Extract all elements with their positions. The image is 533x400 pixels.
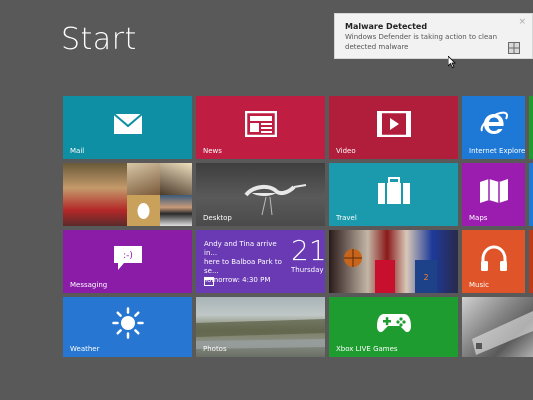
- calendar-date-number: 21: [291, 234, 325, 267]
- tile-news[interactable]: News: [196, 96, 325, 159]
- tile-offscreen-green[interactable]: [529, 96, 533, 159]
- tile-people[interactable]: [63, 163, 192, 226]
- tile-internet-explorer[interactable]: Internet Explorer: [462, 96, 525, 159]
- tile-news-label: News: [203, 147, 222, 155]
- tile-video-label: Video: [336, 147, 356, 155]
- windows-defender-icon: [508, 42, 520, 54]
- calendar-event-line-1: Andy and Tina arrive in...: [204, 240, 277, 257]
- tile-sports[interactable]: 2: [329, 230, 458, 293]
- svg-text:2: 2: [423, 273, 428, 282]
- person-photo-1: [63, 163, 127, 226]
- tile-music-label: Music: [469, 281, 489, 289]
- calendar-day-name: Thursday: [291, 266, 324, 274]
- toast-message: Windows Defender is taking action to cle…: [345, 33, 498, 51]
- tile-maps-label: Maps: [469, 214, 488, 222]
- egg-avatar-icon: [137, 203, 150, 219]
- close-icon[interactable]: ×: [518, 17, 526, 27]
- mouse-cursor-icon: [448, 56, 456, 68]
- game-controller-icon: [376, 314, 411, 333]
- tile-weather-label: Weather: [70, 345, 100, 353]
- person-photo-4: [127, 195, 160, 226]
- tile-travel[interactable]: Travel: [329, 163, 458, 226]
- internet-explorer-icon: [480, 111, 508, 134]
- people-photo-grid: [63, 163, 192, 226]
- building-sign-image: [472, 311, 533, 355]
- svg-text::-): :-): [123, 251, 133, 261]
- mail-icon: [112, 112, 143, 134]
- tile-xbox-live-games[interactable]: Xbox LIVE Games: [329, 297, 458, 357]
- news-icon: [244, 110, 277, 137]
- tile-desktop-label: Desktop: [203, 214, 232, 222]
- headphones-icon: [480, 245, 507, 271]
- tile-desktop[interactable]: Desktop: [196, 163, 325, 226]
- malware-notification-toast[interactable]: × Malware Detected Windows Defender is t…: [334, 13, 533, 59]
- tile-music[interactable]: Music: [462, 230, 525, 293]
- tile-weather[interactable]: Weather: [63, 297, 192, 357]
- calendar-event-line-2: here to Balboa Park to se...: [204, 258, 282, 275]
- person-photo-2: [127, 163, 160, 195]
- tile-video[interactable]: Video: [329, 96, 458, 159]
- tile-travel-label: Travel: [336, 214, 357, 222]
- tile-photos[interactable]: Photos: [196, 297, 325, 357]
- suitcase-icon: [377, 176, 410, 204]
- message-icon: :-): [113, 245, 142, 270]
- person-photo-5: [160, 195, 192, 226]
- tile-offscreen-blue[interactable]: [529, 163, 533, 226]
- tile-xbox-live-games-label: Xbox LIVE Games: [336, 345, 398, 353]
- basketball-players-image: 2: [344, 249, 437, 293]
- calendar-event-line-3: Tomorrow: 4:30 PM: [204, 276, 271, 284]
- tile-messaging[interactable]: :-) Messaging: [63, 230, 192, 293]
- tile-calendar[interactable]: Andy and Tina arrive in... here to Balbo…: [196, 230, 325, 293]
- calendar-event-text: Andy and Tina arrive in... here to Balbo…: [204, 240, 288, 285]
- start-title: Start: [61, 22, 137, 57]
- video-icon: [376, 110, 411, 137]
- tile-internet-explorer-label: Internet Explorer: [469, 147, 525, 155]
- tile-mail[interactable]: Mail: [63, 96, 192, 159]
- tile-maps[interactable]: Maps: [462, 163, 525, 226]
- sun-icon: [111, 307, 144, 340]
- tile-messaging-label: Messaging: [70, 281, 108, 289]
- tile-photos-label: Photos: [203, 345, 227, 353]
- toast-title: Malware Detected: [345, 22, 428, 31]
- tile-mail-label: Mail: [70, 147, 85, 155]
- person-photo-3: [160, 163, 192, 195]
- calendar-icon: [204, 277, 214, 286]
- map-icon: [479, 178, 508, 203]
- tile-offscreen-orange[interactable]: [529, 230, 533, 293]
- tile-finance[interactable]: [462, 297, 533, 357]
